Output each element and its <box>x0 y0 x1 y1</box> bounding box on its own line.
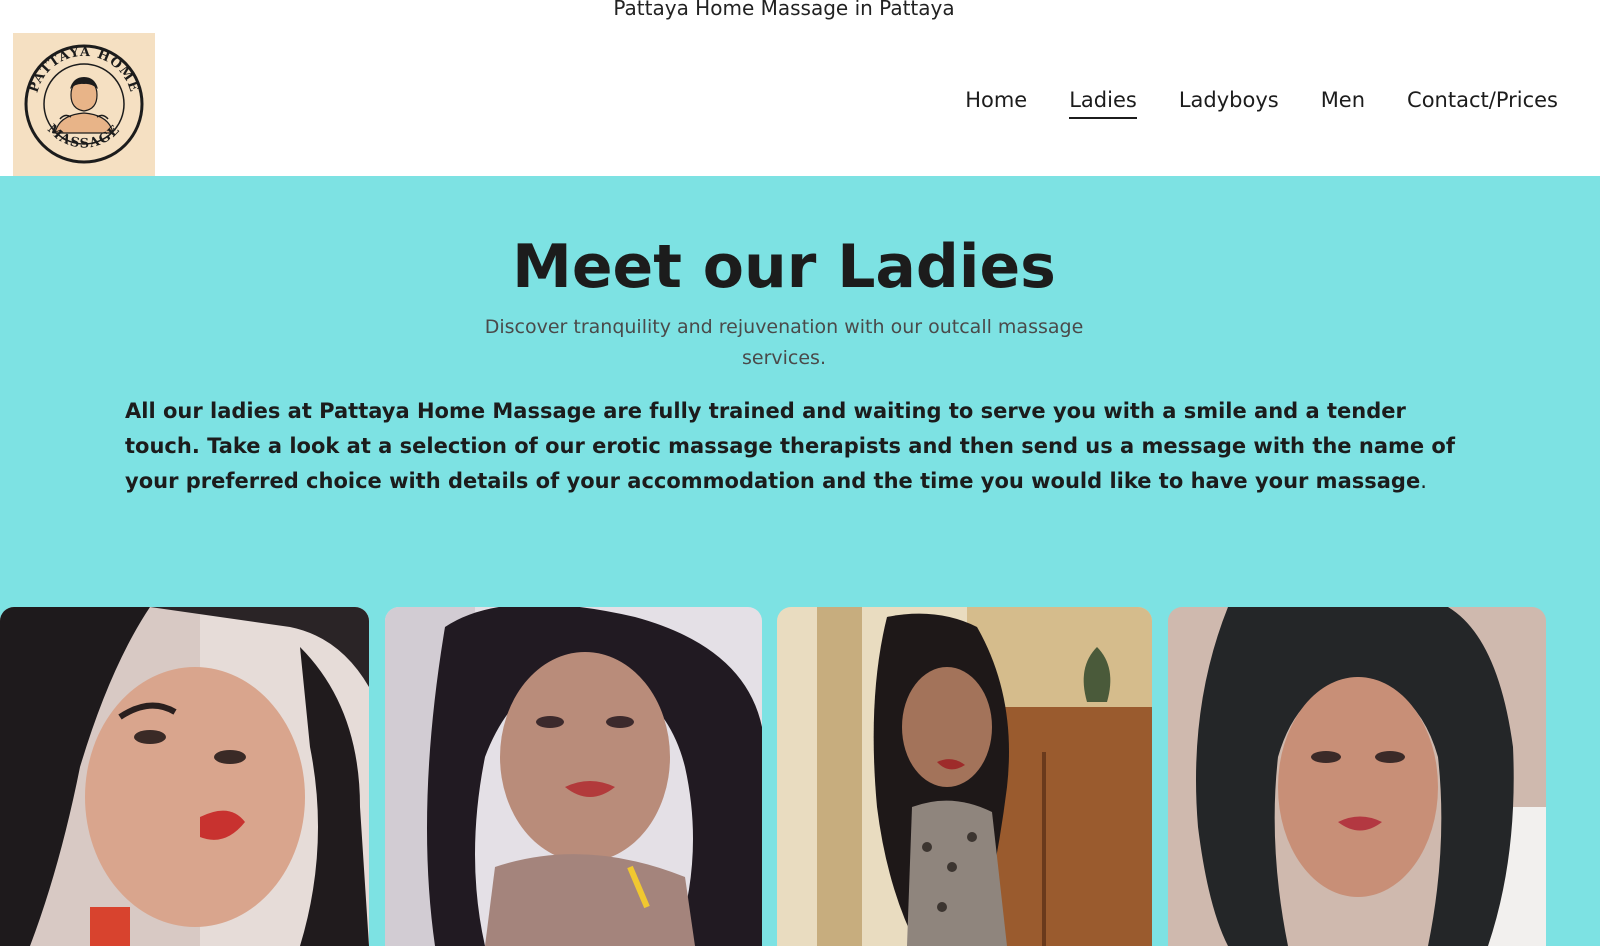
hero-subtitle: Discover tranquility and rejuvenation wi… <box>484 316 1084 369</box>
nav-home[interactable]: Home <box>965 88 1027 119</box>
lady-photo-2 <box>385 607 762 946</box>
page-title: Meet our Ladies <box>512 232 1056 302</box>
lady-photo-1 <box>0 607 369 946</box>
main-nav: Home Ladies Ladyboys Men Contact/Prices <box>965 88 1558 119</box>
site-header: Pattaya Home Massage in Pattaya PATTAYA … <box>0 0 1600 176</box>
hero-description-text: All our ladies at Pattaya Home Massage a… <box>125 399 1455 493</box>
hero-description: All our ladies at Pattaya Home Massage a… <box>125 394 1465 499</box>
lady-card-4[interactable] <box>1168 607 1546 946</box>
lady-photo-4 <box>1168 607 1546 946</box>
logo[interactable]: PATTAYA HOME MASSAGE <box>13 33 155 176</box>
lady-card-1[interactable] <box>0 607 369 946</box>
lady-card-2[interactable] <box>385 607 762 946</box>
nav-contact-prices[interactable]: Contact/Prices <box>1407 88 1558 119</box>
ladies-gallery <box>0 607 1600 946</box>
logo-emblem-icon: PATTAYA HOME MASSAGE <box>24 44 144 164</box>
nav-ladies[interactable]: Ladies <box>1069 88 1137 119</box>
lady-card-3[interactable] <box>777 607 1152 946</box>
nav-men[interactable]: Men <box>1321 88 1365 119</box>
hero-description-end: . <box>1420 469 1427 493</box>
lady-photo-3 <box>777 607 1152 946</box>
nav-ladyboys[interactable]: Ladyboys <box>1179 88 1279 119</box>
site-title: Pattaya Home Massage in Pattaya <box>613 0 955 20</box>
